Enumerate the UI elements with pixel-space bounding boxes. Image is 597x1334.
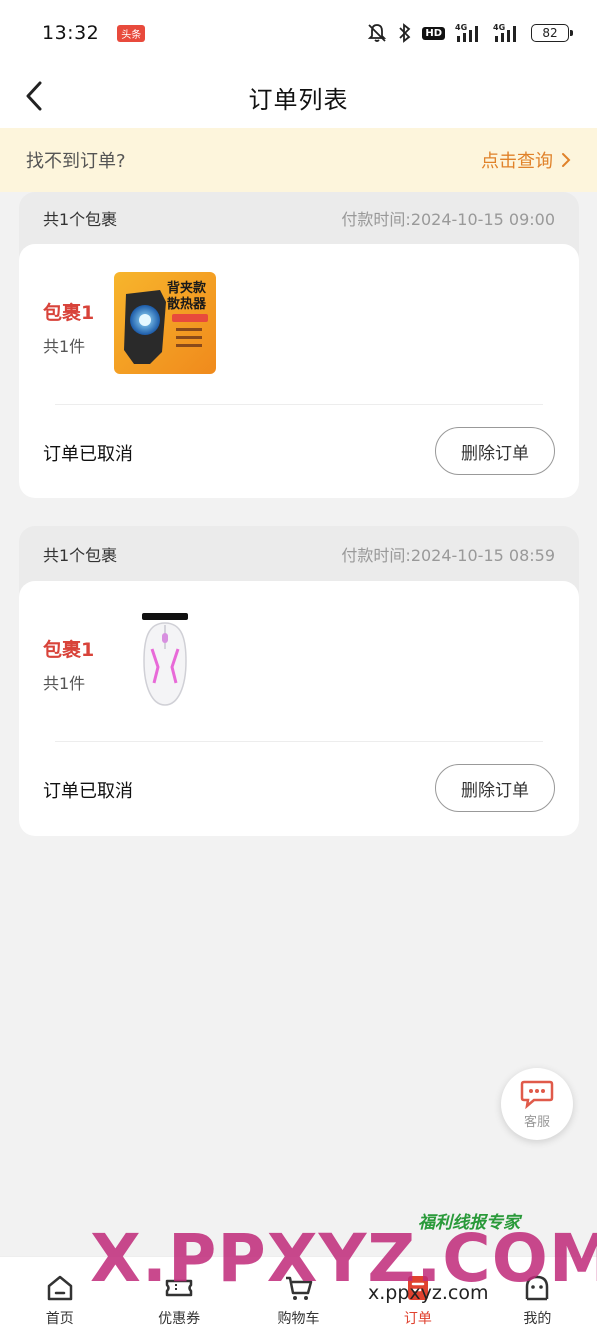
delete-order-button[interactable]: 删除订单 — [435, 764, 555, 812]
product-image-cooler[interactable]: 背夹款 散热器 — [114, 272, 216, 374]
order-icon — [407, 1276, 428, 1300]
item-count: 共1件 — [43, 674, 86, 693]
delete-order-button[interactable]: 删除订单 — [435, 427, 555, 475]
query-link[interactable]: 点击查询 — [481, 147, 571, 173]
chevron-right-icon — [562, 153, 571, 167]
svg-text:4G: 4G — [455, 23, 467, 32]
package-label: 包裹1 — [43, 302, 95, 324]
tab-bar: 首页 优惠券 购物车 订单 我的 — [0, 1256, 597, 1334]
order-status: 订单已取消 — [43, 444, 133, 465]
order-body[interactable]: 包裹1 共1件 订单已取消 删除订单 — [19, 581, 579, 836]
divider — [55, 741, 543, 742]
order-card: 共1个包裹 付款时间:2024-10-15 09:00 包裹1 共1件 背夹款 … — [19, 192, 579, 498]
tab-label: 购物车 — [277, 1311, 320, 1327]
notice-bar: 找不到订单? 点击查询 — [0, 128, 597, 192]
profile-icon — [526, 1275, 549, 1301]
query-link-label: 点击查询 — [481, 151, 553, 172]
watermark-tagline: 福利线报专家 — [418, 1213, 520, 1233]
tab-coupons[interactable]: 优惠券 — [119, 1257, 238, 1334]
item-count: 共1件 — [43, 337, 86, 356]
coupon-icon — [165, 1279, 193, 1297]
package-count: 共1个包裹 — [43, 545, 118, 565]
order-card: 共1个包裹 付款时间:2024-10-15 08:59 包裹1 共1件 订单已取… — [19, 526, 579, 836]
package-info: 包裹1 共1件 — [43, 298, 94, 357]
hd-icon: HD — [422, 26, 445, 40]
home-icon — [47, 1275, 72, 1301]
tab-cart[interactable]: 购物车 — [239, 1257, 358, 1334]
pay-time: 付款时间:2024-10-15 09:00 — [341, 210, 555, 229]
status-time: 13:32 — [42, 22, 100, 44]
product-image-mouse[interactable] — [114, 609, 216, 711]
tab-home[interactable]: 首页 — [0, 1257, 119, 1334]
back-button[interactable] — [18, 76, 50, 116]
tab-orders[interactable]: 订单 — [358, 1257, 477, 1334]
phone-cooler-icon: 背夹款 散热器 — [114, 272, 216, 374]
tab-profile[interactable]: 我的 — [478, 1257, 597, 1334]
tab-label: 首页 — [45, 1311, 74, 1327]
package-count: 共1个包裹 — [43, 210, 118, 229]
divider — [55, 404, 543, 405]
status-icons: HD 4G 4G 82 — [366, 22, 573, 44]
tab-label: 我的 — [523, 1311, 552, 1327]
status-bar: 13:32 头条 HD 4G 4G 82 — [0, 0, 597, 66]
gaming-mouse-icon — [114, 609, 216, 711]
notice-text: 找不到订单? — [26, 151, 126, 172]
package-info: 包裹1 共1件 — [43, 635, 94, 694]
nav-bar: 订单列表 — [0, 66, 597, 128]
customer-service-label: 客服 — [523, 1114, 550, 1130]
pay-time: 付款时间:2024-10-15 08:59 — [341, 545, 555, 565]
signal-icon: 4G — [455, 23, 478, 42]
battery-icon: 82 — [531, 24, 573, 42]
chevron-left-icon — [26, 81, 42, 111]
mute-bell-icon — [368, 24, 387, 42]
order-header: 共1个包裹 付款时间:2024-10-15 08:59 — [19, 526, 579, 581]
bluetooth-icon — [399, 23, 411, 43]
signal-icon-2: 4G — [493, 23, 516, 42]
cooler-text-2: 散热器 — [167, 296, 207, 312]
page-title: 订单列表 — [248, 85, 349, 114]
svg-text:4G: 4G — [493, 23, 505, 32]
cooler-text-1: 背夹款 — [167, 280, 207, 296]
order-body[interactable]: 包裹1 共1件 背夹款 散热器 订单已取消 删除订单 — [19, 244, 579, 498]
tab-label: 订单 — [403, 1311, 432, 1327]
order-header: 共1个包裹 付款时间:2024-10-15 09:00 — [19, 192, 579, 244]
status-app-badge: 头条 — [117, 24, 146, 42]
cart-icon — [285, 1276, 312, 1300]
package-label: 包裹1 — [43, 639, 95, 661]
chat-bubble-icon — [520, 1080, 554, 1109]
tab-label: 优惠券 — [158, 1311, 201, 1327]
customer-service-button[interactable]: 客服 — [501, 1068, 573, 1140]
order-status: 订单已取消 — [43, 781, 133, 802]
